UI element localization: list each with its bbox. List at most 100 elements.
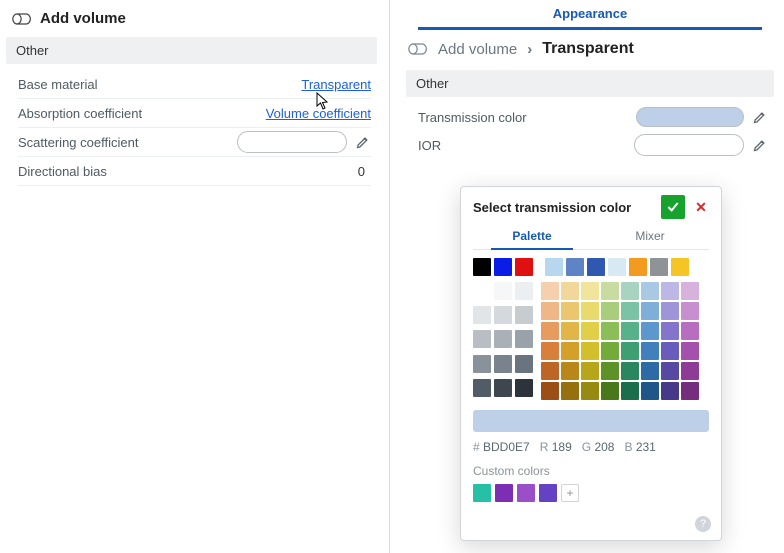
color-swatch[interactable] — [495, 484, 513, 502]
color-swatch[interactable] — [545, 258, 563, 276]
color-swatch[interactable] — [515, 355, 533, 373]
color-swatch[interactable] — [515, 306, 533, 324]
color-swatch[interactable] — [601, 362, 619, 380]
color-swatch[interactable] — [561, 282, 579, 300]
color-swatch[interactable] — [473, 282, 491, 300]
color-swatch[interactable] — [661, 362, 679, 380]
color-swatch[interactable] — [561, 302, 579, 320]
color-swatch[interactable] — [681, 322, 699, 340]
custom-colors-label: Custom colors — [473, 464, 709, 478]
color-swatch[interactable] — [541, 382, 559, 400]
color-swatch[interactable] — [494, 306, 512, 324]
color-swatch[interactable] — [641, 322, 659, 340]
transmission-color-swatch[interactable] — [636, 107, 744, 127]
color-swatch[interactable] — [581, 362, 599, 380]
color-swatch[interactable] — [601, 322, 619, 340]
color-swatch[interactable] — [681, 302, 699, 320]
edit-ior-icon[interactable] — [750, 136, 768, 154]
color-swatch[interactable] — [629, 258, 647, 276]
link-absorption[interactable]: Volume coefficient — [266, 106, 371, 121]
color-swatch[interactable] — [473, 484, 491, 502]
color-swatch[interactable] — [494, 355, 512, 373]
color-swatch[interactable] — [621, 342, 639, 360]
color-swatch[interactable] — [601, 282, 619, 300]
color-swatch[interactable] — [650, 258, 668, 276]
color-swatch[interactable] — [681, 342, 699, 360]
color-swatch[interactable] — [494, 330, 512, 348]
color-swatch[interactable] — [494, 379, 512, 397]
color-swatch[interactable] — [473, 355, 491, 373]
input-scattering[interactable] — [237, 131, 347, 153]
b-value[interactable]: 231 — [636, 440, 656, 454]
color-swatch[interactable] — [621, 282, 639, 300]
color-swatch[interactable] — [641, 362, 659, 380]
color-swatch[interactable] — [681, 382, 699, 400]
color-swatch[interactable] — [641, 282, 659, 300]
color-swatch[interactable] — [494, 258, 512, 276]
color-swatch[interactable] — [561, 382, 579, 400]
input-ior[interactable] — [634, 134, 744, 156]
color-swatch[interactable] — [515, 282, 533, 300]
tab-palette[interactable]: Palette — [473, 225, 591, 249]
color-swatch[interactable] — [608, 258, 626, 276]
color-swatch[interactable] — [541, 342, 559, 360]
g-value[interactable]: 208 — [594, 440, 614, 454]
color-swatch[interactable] — [515, 330, 533, 348]
edit-transmission-icon[interactable] — [750, 108, 768, 126]
color-swatch[interactable] — [621, 302, 639, 320]
color-swatch[interactable] — [473, 258, 491, 276]
color-swatch[interactable] — [641, 382, 659, 400]
color-swatch[interactable] — [581, 322, 599, 340]
color-swatch[interactable] — [661, 382, 679, 400]
tab-appearance[interactable]: Appearance — [418, 4, 762, 30]
color-swatch[interactable] — [581, 382, 599, 400]
color-swatch[interactable] — [587, 258, 605, 276]
color-swatch[interactable] — [661, 282, 679, 300]
color-swatch[interactable] — [661, 322, 679, 340]
color-swatch[interactable] — [681, 362, 699, 380]
color-swatch[interactable] — [561, 362, 579, 380]
color-swatch[interactable] — [601, 342, 619, 360]
color-swatch[interactable] — [473, 379, 491, 397]
hex-value[interactable]: BDD0E7 — [483, 440, 530, 454]
label-base-material: Base material — [18, 77, 221, 92]
color-swatch[interactable] — [601, 302, 619, 320]
tab-mixer[interactable]: Mixer — [591, 225, 709, 249]
color-swatch[interactable] — [641, 342, 659, 360]
label-scattering: Scattering coefficient — [18, 135, 221, 150]
color-swatch[interactable] — [661, 342, 679, 360]
confirm-button[interactable] — [661, 195, 685, 219]
color-swatch[interactable] — [515, 379, 533, 397]
color-swatch[interactable] — [561, 322, 579, 340]
close-icon[interactable]: ✕ — [691, 197, 711, 217]
color-swatch[interactable] — [581, 342, 599, 360]
color-swatch[interactable] — [581, 282, 599, 300]
help-icon[interactable]: ? — [695, 516, 711, 532]
color-swatch[interactable] — [621, 382, 639, 400]
color-swatch[interactable] — [621, 362, 639, 380]
color-swatch[interactable] — [681, 282, 699, 300]
color-swatch[interactable] — [473, 306, 491, 324]
color-swatch[interactable] — [541, 322, 559, 340]
add-custom-color-button[interactable]: + — [561, 484, 579, 502]
color-swatch[interactable] — [581, 302, 599, 320]
color-swatch[interactable] — [473, 330, 491, 348]
color-swatch[interactable] — [561, 342, 579, 360]
color-swatch[interactable] — [661, 302, 679, 320]
color-swatch[interactable] — [515, 258, 533, 276]
link-base-material[interactable]: Transparent — [301, 77, 371, 92]
color-swatch[interactable] — [494, 282, 512, 300]
color-swatch[interactable] — [566, 258, 584, 276]
color-swatch[interactable] — [541, 302, 559, 320]
color-swatch[interactable] — [601, 382, 619, 400]
color-swatch[interactable] — [541, 362, 559, 380]
color-swatch[interactable] — [641, 302, 659, 320]
r-value[interactable]: 189 — [552, 440, 572, 454]
color-swatch[interactable] — [539, 484, 557, 502]
color-swatch[interactable] — [671, 258, 689, 276]
edit-scattering-icon[interactable] — [353, 133, 371, 151]
color-swatch[interactable] — [517, 484, 535, 502]
color-swatch[interactable] — [621, 322, 639, 340]
crumb-root[interactable]: Add volume — [438, 41, 517, 58]
color-swatch[interactable] — [541, 282, 559, 300]
